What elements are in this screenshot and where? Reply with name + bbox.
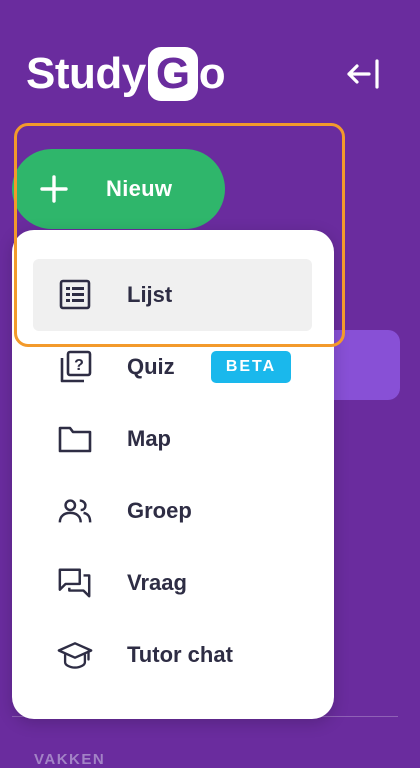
menu-item-tutor-chat[interactable]: Tutor chat <box>33 619 312 691</box>
studygo-logo[interactable]: Study Go <box>26 46 226 102</box>
menu-item-label: Lijst <box>127 282 173 307</box>
new-button-label: Nieuw <box>106 176 173 201</box>
menu-item-quiz[interactable]: ? Quiz BETA <box>33 331 312 403</box>
svg-text:?: ? <box>74 357 84 374</box>
menu-item-label: Map <box>127 426 171 451</box>
collapse-sidebar-button[interactable] <box>342 55 384 93</box>
folder-icon <box>57 423 93 455</box>
list-icon <box>57 279 93 311</box>
menu-item-label: Quiz <box>127 354 175 379</box>
quiz-icon: ? <box>57 350 93 383</box>
group-icon <box>57 495 93 527</box>
chat-icon <box>57 567 93 599</box>
menu-item-map[interactable]: Map <box>33 403 312 475</box>
menu-item-label: Tutor chat <box>127 642 233 667</box>
menu-item-lijst[interactable]: Lijst <box>33 259 312 331</box>
graduation-cap-icon <box>57 639 93 671</box>
menu-item-vraag[interactable]: Vraag <box>33 547 312 619</box>
menu-item-groep[interactable]: Groep <box>33 475 312 547</box>
menu-item-label: Vraag <box>127 570 187 595</box>
logo-text-suffix: o <box>198 49 226 98</box>
menu-item-label: Groep <box>127 498 192 523</box>
new-button[interactable]: Nieuw <box>12 149 225 229</box>
plus-icon <box>40 175 68 203</box>
section-label-vakken: VAKKEN <box>34 751 106 768</box>
beta-badge: BETA <box>211 351 291 383</box>
collapse-left-icon <box>347 59 379 89</box>
new-item-dropdown-menu: Lijst ? Quiz BETA Map Groep Vraag Tutor … <box>12 230 334 719</box>
logo-text-prefix: Study <box>26 49 146 98</box>
logo-g-badge: G <box>147 47 198 101</box>
